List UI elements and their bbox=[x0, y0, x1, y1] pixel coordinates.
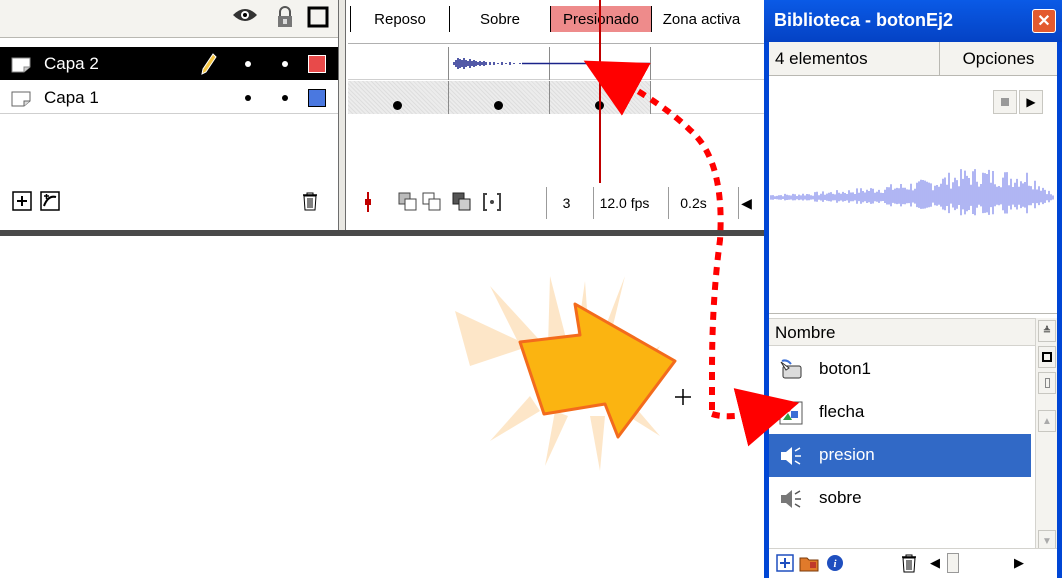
library-item-sobre[interactable]: sobre bbox=[769, 477, 1031, 520]
library-item-name: boton1 bbox=[819, 359, 871, 378]
graphic-symbol-icon bbox=[779, 401, 803, 425]
frame-toolbar: 3 12.0 fps 0.2s ◀ bbox=[348, 183, 765, 225]
frame-rate: 12.0 fps bbox=[593, 187, 655, 219]
frame-header: Reposo Sobre Presionado Zona activa bbox=[348, 0, 765, 44]
layer-icon bbox=[10, 55, 34, 78]
library-options-button[interactable]: Opciones bbox=[939, 42, 1057, 76]
sound-waveform-preview bbox=[770, 169, 1054, 216]
library-item-count: 4 elementos bbox=[775, 49, 868, 68]
trash-icon[interactable] bbox=[899, 553, 919, 573]
keyframe-dot bbox=[393, 101, 402, 110]
lock-icon[interactable] bbox=[276, 6, 294, 28]
library-body: 4 elementos Opciones ▶ Nombre boton1 fle… bbox=[769, 42, 1057, 578]
onion-outline-icon[interactable] bbox=[422, 192, 442, 212]
frame-cell[interactable] bbox=[348, 81, 449, 114]
state-sobre[interactable]: Sobre bbox=[449, 6, 550, 32]
library-titlebar[interactable]: Biblioteca - botonEj2 ✕ bbox=[764, 0, 1062, 42]
sort-order-icon[interactable]: ≜ bbox=[1038, 320, 1056, 342]
sound-icon bbox=[779, 444, 803, 468]
library-count-bar: 4 elementos Opciones bbox=[769, 42, 1057, 76]
current-frame: 3 bbox=[546, 187, 586, 219]
library-preview: ▶ bbox=[769, 76, 1057, 314]
scrollbar-thumb[interactable] bbox=[947, 553, 959, 573]
play-icon[interactable]: ▶ bbox=[1019, 90, 1043, 114]
lock-dot[interactable] bbox=[282, 61, 288, 67]
library-item-presion[interactable]: presion bbox=[769, 434, 1031, 477]
layers-header bbox=[0, 0, 338, 38]
library-item-boton1[interactable]: boton1 bbox=[769, 348, 1031, 391]
flecha-graphic[interactable] bbox=[0, 236, 764, 578]
close-icon[interactable]: ✕ bbox=[1032, 9, 1056, 33]
panel-divider[interactable] bbox=[338, 0, 346, 236]
layer-color-swatch[interactable] bbox=[308, 89, 326, 107]
frame-row-capa-1 bbox=[348, 81, 765, 114]
add-guide-layer-icon[interactable] bbox=[40, 191, 60, 211]
outline-icon[interactable] bbox=[307, 6, 329, 28]
stop-icon[interactable] bbox=[993, 90, 1017, 114]
visibility-dot[interactable] bbox=[245, 61, 251, 67]
edit-multiple-frames-icon[interactable] bbox=[452, 192, 472, 212]
modify-onion-markers-icon[interactable] bbox=[482, 192, 502, 212]
library-scrollbar[interactable]: ≜ ▲ ▼ bbox=[1035, 318, 1057, 558]
stage[interactable] bbox=[0, 236, 764, 578]
new-folder-icon[interactable] bbox=[799, 553, 819, 573]
library-panel: Biblioteca - botonEj2 ✕ 4 elementos Opci… bbox=[764, 0, 1062, 578]
center-frame-icon[interactable] bbox=[358, 192, 378, 212]
onion-skin-icon[interactable] bbox=[398, 192, 418, 212]
button-symbol-icon bbox=[779, 358, 803, 382]
layer-color-swatch[interactable] bbox=[308, 55, 326, 73]
wide-view-icon[interactable] bbox=[1038, 346, 1056, 368]
state-zona-activa[interactable]: Zona activa bbox=[651, 6, 751, 32]
scroll-left-icon[interactable]: ◀ bbox=[925, 553, 945, 573]
pencil-icon bbox=[200, 52, 218, 81]
layers-panel: Capa 2 Capa 1 bbox=[0, 0, 338, 236]
sound-icon bbox=[779, 487, 803, 511]
layers-toolbar bbox=[0, 183, 338, 225]
sound-waveform-track bbox=[453, 58, 650, 69]
layer-name: Capa 2 bbox=[44, 54, 99, 73]
library-item-name: sobre bbox=[819, 488, 862, 507]
lock-dot[interactable] bbox=[282, 95, 288, 101]
state-reposo[interactable]: Reposo bbox=[350, 6, 449, 32]
elapsed-time: 0.2s bbox=[668, 187, 718, 219]
frames-area: Reposo Sobre Presionado Zona activa bbox=[348, 0, 765, 236]
timeline-panel: Capa 2 Capa 1 Reposo Sobre Zona activa 3… bbox=[0, 0, 765, 236]
add-layer-icon[interactable] bbox=[12, 191, 32, 211]
library-item-flecha[interactable]: flecha bbox=[769, 391, 1031, 434]
scroll-right-icon[interactable]: ▶ bbox=[1009, 553, 1029, 573]
library-item-name: presion bbox=[819, 445, 875, 464]
visibility-dot[interactable] bbox=[245, 95, 251, 101]
eye-icon[interactable] bbox=[232, 6, 258, 24]
narrow-view-icon[interactable] bbox=[1038, 372, 1056, 394]
library-column-header[interactable]: Nombre bbox=[769, 318, 1039, 346]
library-item-name: flecha bbox=[819, 402, 865, 421]
frame-cell[interactable] bbox=[449, 81, 550, 114]
layer-row-capa-2[interactable]: Capa 2 bbox=[0, 47, 338, 80]
frame-cell[interactable] bbox=[348, 47, 449, 80]
layer-icon bbox=[10, 89, 34, 112]
properties-icon[interactable]: i bbox=[825, 553, 845, 573]
trash-icon[interactable] bbox=[300, 191, 320, 211]
library-title: Biblioteca - botonEj2 bbox=[774, 10, 954, 30]
layer-row-capa-1[interactable]: Capa 1 bbox=[0, 81, 338, 114]
scroll-up-icon[interactable]: ▲ bbox=[1038, 410, 1056, 432]
keyframe-dot bbox=[494, 101, 503, 110]
library-toolbar: i ◀ ▶ bbox=[769, 548, 1057, 578]
new-symbol-icon[interactable] bbox=[775, 553, 795, 573]
frame-row-capa-2 bbox=[348, 47, 765, 80]
layer-name: Capa 1 bbox=[44, 88, 99, 107]
scroll-left-icon[interactable]: ◀ bbox=[738, 187, 754, 219]
registration-crosshair-icon bbox=[675, 389, 691, 405]
